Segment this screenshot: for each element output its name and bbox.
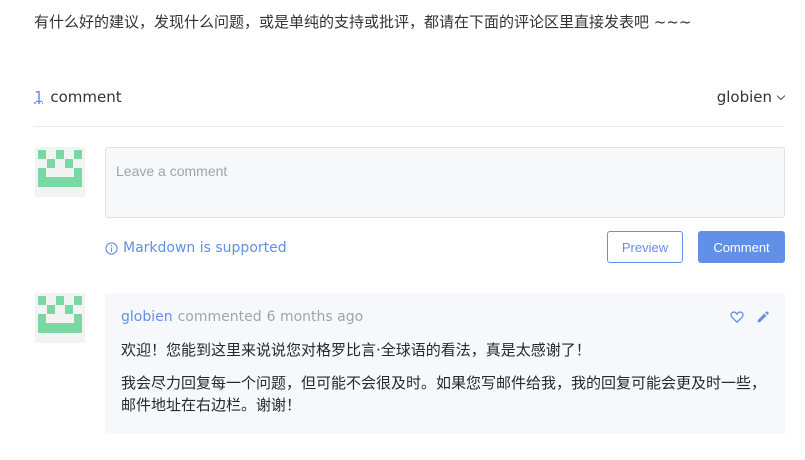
comment-author[interactable]: globien [121,309,173,325]
comment-meta: globien commented 6 months ago [121,309,363,325]
markdown-hint[interactable]: Markdown is supported [105,240,287,256]
avatar [35,147,85,197]
user-menu[interactable]: globien [716,88,786,106]
markdown-hint-label: Markdown is supported [123,240,287,256]
comment-count-label: comment [50,88,122,106]
chevron-down-icon [776,91,786,101]
comment-input[interactable] [106,148,784,217]
comment-count[interactable]: 1 [34,88,44,106]
comment-actions [730,310,770,324]
avatar[interactable] [35,293,85,343]
intro-text: 有什么好的建议，发现什么问题，或是单纯的支持或批评，都请在下面的评论区里直接发表… [34,13,692,31]
comment-verb: commented [177,309,262,325]
comment-time[interactable]: 6 months ago [267,309,364,325]
heart-icon[interactable] [730,310,744,324]
comments-header: 1 comment globien [34,88,786,108]
preview-button[interactable]: Preview [607,231,683,263]
comment-button[interactable]: Comment [698,231,785,263]
comment-item: globien commented 6 months ago 欢迎！您能到这里来说说… [105,293,785,434]
info-circle-icon [105,241,118,255]
comment-body: 欢迎！您能到这里来说说您对格罗比言·全球语的看法，真是太感谢了！ 我会尽力回复每… [121,339,771,416]
header-divider [34,126,784,127]
comment-paragraph: 我会尽力回复每一个问题，但可能不会很及时。如果您写邮件给我，我的回复可能会更及时… [121,374,767,414]
comment-paragraph: 欢迎！您能到这里来说说您对格罗比言·全球语的看法，真是太感谢了！ [121,341,591,359]
comment-box[interactable] [105,147,785,218]
pencil-icon[interactable] [756,310,770,324]
user-menu-name: globien [716,88,772,106]
